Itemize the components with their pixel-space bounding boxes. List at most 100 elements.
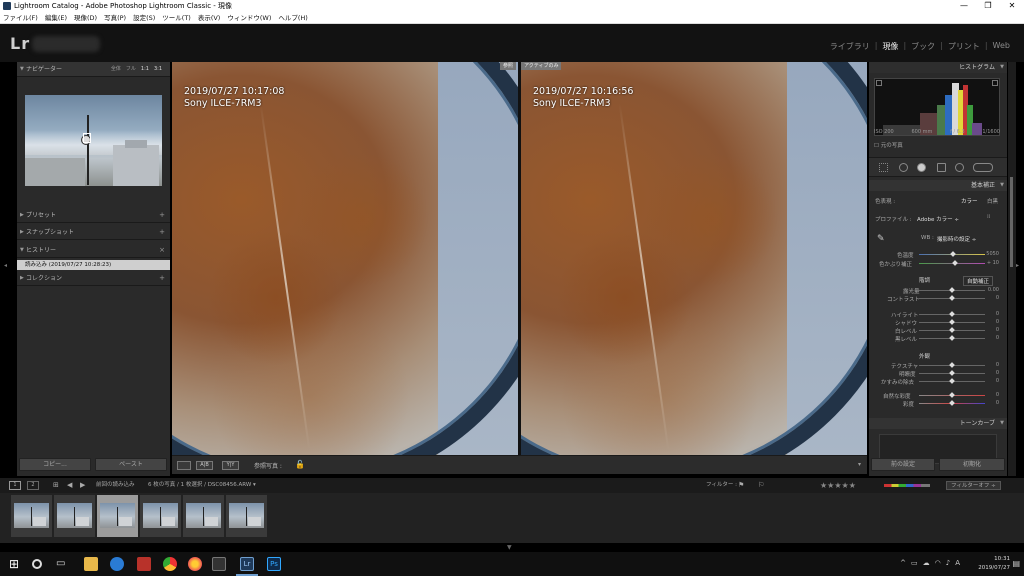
wifi-icon[interactable]: ◠ (935, 559, 941, 567)
dehaze-knob[interactable] (949, 378, 955, 384)
tray-up-icon[interactable]: ^ (900, 559, 906, 567)
clarity-knob[interactable] (949, 370, 955, 376)
filter-off-select[interactable]: フィルターオフ ÷ (946, 481, 1001, 490)
tint-value[interactable]: + 10 (987, 260, 999, 266)
taskbar-clock[interactable]: 10:31 2019/07/27 (978, 555, 1010, 573)
add-collection-icon[interactable]: + (159, 271, 165, 286)
exposure-value[interactable]: 0.00 (988, 287, 999, 293)
clock-app-icon[interactable] (110, 557, 124, 571)
app-icon[interactable] (137, 557, 151, 571)
dehaze-slider[interactable] (919, 378, 985, 384)
history-header[interactable]: ▼ ヒストリー × (17, 243, 170, 258)
contrast-knob[interactable] (949, 295, 955, 301)
film-thumbnail[interactable] (140, 495, 181, 537)
vibrance-value[interactable]: 0 (996, 392, 999, 398)
zoom-fill[interactable]: フル (126, 62, 136, 77)
zoom-3-1[interactable]: 3:1 (154, 62, 162, 77)
spot-removal-icon[interactable] (899, 163, 908, 172)
texture-value[interactable]: 0 (996, 362, 999, 368)
vibrance-slider[interactable] (919, 392, 985, 398)
shadows-slider[interactable] (919, 319, 985, 325)
presets-header[interactable]: ▶ プリセット + (17, 208, 170, 223)
copy-button[interactable]: コピー... (19, 458, 91, 471)
menu-tools[interactable]: ツール(T) (162, 12, 191, 23)
tone-curve-header[interactable]: トーンカーブ ▼ (869, 418, 1007, 429)
previous-settings-button[interactable]: 前の設定 (871, 458, 935, 471)
reference-photo[interactable]: 2019/07/27 10:17:08 Sony ILCE-7RM3 参照 (172, 62, 518, 455)
filmstrip-count[interactable]: 6 枚の写真 / 1 枚選択 / DSC08456.ARW ▾ (148, 478, 256, 493)
auto-button[interactable]: 自動補正 (963, 276, 994, 286)
module-develop[interactable]: 現像 (882, 41, 898, 52)
ime-indicator[interactable]: A (955, 559, 960, 567)
toolbar-menu-icon[interactable]: ▾ (858, 461, 861, 468)
firefox-icon[interactable] (188, 557, 202, 571)
basic-header[interactable]: 基本補正 ▼ (869, 180, 1007, 191)
photoshop-taskbar-icon[interactable]: Ps (267, 557, 281, 571)
lock-icon[interactable]: 🔓 (295, 460, 305, 469)
navigator-preview[interactable] (25, 95, 162, 186)
treatment-color[interactable]: カラー (961, 197, 978, 205)
file-explorer-icon[interactable] (84, 557, 98, 571)
chrome-icon[interactable] (163, 557, 177, 571)
temp-knob[interactable] (950, 251, 956, 257)
clarity-value[interactable]: 0 (996, 370, 999, 376)
second-window-button[interactable]: 2 (27, 481, 39, 490)
module-book[interactable]: ブック (911, 41, 935, 52)
minimize-button[interactable]: — (952, 0, 976, 12)
tint-knob[interactable] (952, 260, 958, 266)
menu-develop[interactable]: 現像(D) (74, 12, 97, 23)
exposure-knob[interactable] (949, 287, 955, 293)
treatment-bw[interactable]: 白黒 (987, 197, 998, 205)
saturation-knob[interactable] (949, 400, 955, 406)
flag-icon[interactable]: ⚑ (738, 478, 744, 493)
zoom-region-frame[interactable] (83, 133, 91, 143)
right-panel-scrollbar[interactable] (1008, 62, 1016, 476)
wb-eyedropper-icon[interactable]: ✎ (877, 234, 885, 244)
right-panel-toggle-icon[interactable]: ▸ (1016, 262, 1019, 269)
search-icon[interactable] (32, 559, 42, 569)
crop-icon[interactable] (879, 163, 888, 172)
blacks-slider[interactable] (919, 335, 985, 341)
contrast-value[interactable]: 0 (996, 295, 999, 301)
film-thumbnail[interactable] (11, 495, 52, 537)
blacks-knob[interactable] (949, 335, 955, 341)
reject-flag-icon[interactable]: ⚐ (758, 478, 764, 493)
cloud-icon[interactable]: ☁ (923, 559, 930, 567)
task-view-icon[interactable]: ▭ (56, 557, 70, 571)
color-label-filter[interactable] (884, 484, 930, 487)
main-window-button[interactable]: 1 (9, 481, 21, 490)
module-print[interactable]: プリント (948, 41, 980, 52)
lightroom-taskbar-icon[interactable]: Lr (240, 557, 254, 571)
texture-knob[interactable] (949, 362, 955, 368)
contrast-slider[interactable] (919, 295, 985, 301)
profile-browser-icon[interactable]: ⁞⁞ (987, 214, 991, 220)
module-web[interactable]: Web (993, 41, 1010, 52)
paste-button[interactable]: ペースト (95, 458, 167, 471)
menu-window[interactable]: ウィンドウ(W) (227, 12, 271, 23)
reference-view-button[interactable]: A|B (196, 461, 213, 470)
windows-start-icon[interactable]: ⊞ (9, 557, 23, 571)
film-thumbnail-selected[interactable] (97, 495, 138, 537)
back-arrow-icon[interactable]: ◀ (67, 478, 72, 493)
radial-filter-icon[interactable] (955, 163, 964, 172)
menu-settings[interactable]: 設定(S) (133, 12, 155, 23)
star-rating-filter[interactable]: ★★★★★ (820, 478, 856, 493)
menu-edit[interactable]: 編集(E) (45, 12, 67, 23)
highlights-value[interactable]: 0 (996, 311, 999, 317)
scrollbar-thumb[interactable] (1010, 177, 1013, 267)
network-icon[interactable]: ▭ (911, 559, 918, 567)
close-button[interactable]: ✕ (1000, 0, 1024, 12)
film-thumbnail[interactable] (226, 495, 267, 537)
highlight-clip-icon[interactable] (992, 80, 998, 86)
blacks-value[interactable]: 0 (996, 335, 999, 341)
histogram[interactable] (874, 78, 1000, 136)
temp-value[interactable]: 5050 (986, 251, 999, 257)
saturation-value[interactable]: 0 (996, 400, 999, 406)
shadows-value[interactable]: 0 (996, 319, 999, 325)
graduated-filter-icon[interactable] (937, 163, 946, 172)
profile-select[interactable]: Adobe カラー ÷ (917, 215, 959, 223)
module-library[interactable]: ライブラリ (830, 41, 870, 52)
zoom-fit[interactable]: 全体 (111, 62, 121, 77)
histogram-header[interactable]: ヒストグラム ▼ (869, 62, 1007, 73)
grid-icon[interactable]: ⊞ (53, 478, 59, 493)
